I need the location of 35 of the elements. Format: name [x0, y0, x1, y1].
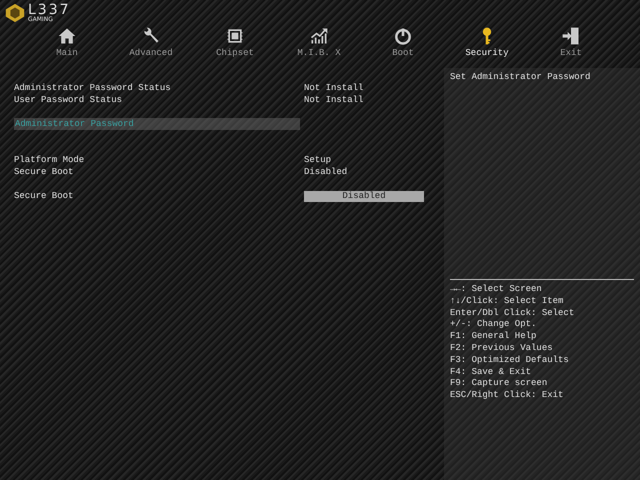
key-hint: F3: Optimized Defaults — [450, 354, 570, 367]
brand-name: L337 — [28, 3, 71, 17]
key-hint: F4: Save & Exit — [450, 366, 532, 378]
key-hint: F9: Capture screen — [450, 378, 548, 390]
setting-value: Setup — [304, 155, 332, 165]
setting-label: Platform Mode — [14, 155, 86, 165]
power-icon — [393, 26, 413, 46]
menu-tab[interactable]: Chipset — [193, 24, 277, 60]
menu-tab[interactable]: Main — [25, 24, 109, 60]
key-hint: F2: Previous Values — [450, 342, 554, 355]
menu-item[interactable]: Administrator Password — [14, 118, 300, 130]
logo-icon — [4, 2, 26, 24]
setting-value: Disabled — [304, 167, 348, 177]
menu-tab[interactable]: Boot — [361, 24, 445, 60]
key-hint: ESC/Right Click: Exit — [450, 390, 564, 402]
key-hint: F1: General Help — [450, 331, 538, 343]
setting-label: Secure Boot — [14, 191, 74, 201]
house-icon — [57, 26, 77, 46]
setting-label: User Password Status — [14, 95, 124, 105]
door-icon — [561, 26, 581, 46]
setting-value: Not Install — [304, 95, 364, 105]
help-description: Set Administrator Password — [450, 72, 592, 84]
key-hint: →←: Select Screen — [450, 284, 543, 296]
key-hint: ↑↓/Click: Select Item — [450, 296, 564, 308]
key-hint: +/-: Change Opt. — [450, 319, 538, 332]
menu-tab[interactable]: Exit — [529, 24, 613, 60]
menu-tab[interactable]: Security — [445, 24, 529, 60]
menu-tab[interactable]: Advanced — [109, 24, 193, 60]
option-selector[interactable]: Disabled — [304, 190, 424, 202]
setting-label: Secure Boot — [14, 167, 74, 177]
menu-tab[interactable]: M.I.B. X — [277, 24, 361, 60]
chart-icon — [309, 26, 329, 46]
setting-value: Not Install — [304, 83, 364, 93]
key-hint: Enter/Dbl Click: Select — [450, 308, 576, 320]
setting-label: Administrator Password Status — [14, 83, 172, 93]
